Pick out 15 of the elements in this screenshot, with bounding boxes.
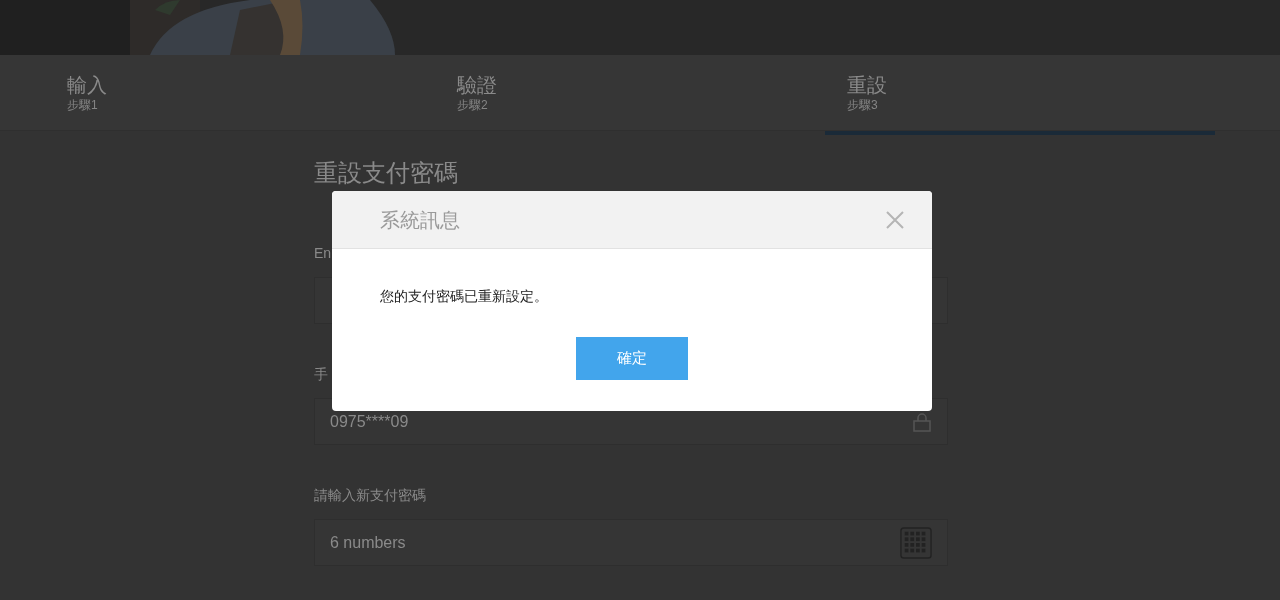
page-heading: 重設支付密碼	[314, 159, 458, 187]
field-label: 手	[314, 365, 328, 384]
step-tab[interactable]: 驗證 步驟2	[435, 55, 825, 135]
field-value: 0975****09	[330, 411, 409, 432]
input-field[interactable]: 6 numbers	[314, 519, 948, 566]
step-tab[interactable]: 重設 步驟3	[825, 55, 1215, 135]
field-label: En	[314, 244, 332, 263]
field-label: 請輸入新支付密碼	[314, 486, 426, 505]
field-placeholder: 6 numbers	[330, 532, 406, 553]
confirm-button[interactable]: 確定	[576, 337, 688, 380]
dialog-title: 系統訊息	[380, 207, 460, 233]
dialog-message: 您的支付密碼已重新設定。	[380, 288, 548, 304]
close-icon[interactable]	[886, 210, 904, 229]
step-tab[interactable]: 輸入 步驟1	[45, 55, 435, 135]
lock-icon	[912, 411, 932, 432]
